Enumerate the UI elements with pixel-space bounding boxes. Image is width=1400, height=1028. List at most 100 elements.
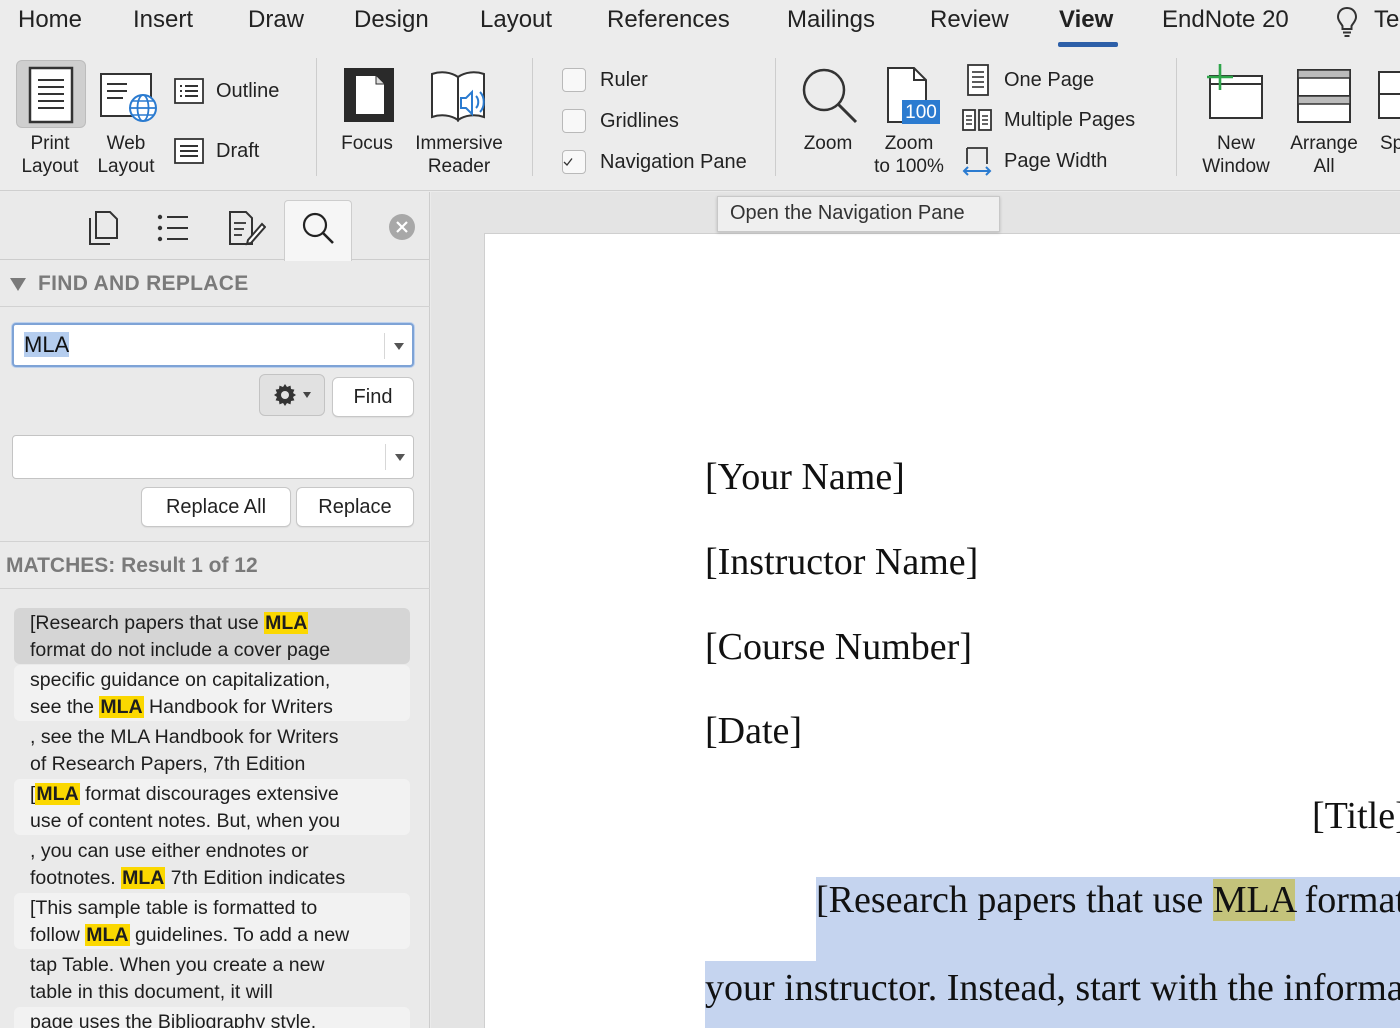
ruler-check-box[interactable]	[562, 68, 586, 92]
doc-instructor-name[interactable]: [Instructor Name]	[705, 540, 978, 584]
doc-date[interactable]: [Date]	[705, 709, 802, 753]
result-context-before: page uses the Bibliography style.	[30, 1011, 317, 1028]
tab-endnote[interactable]: EndNote 20	[1162, 6, 1289, 34]
tab-review[interactable]: Review	[930, 6, 1009, 34]
replace-all-button[interactable]: Replace All	[141, 487, 291, 527]
new-window-button[interactable]: New Window	[1190, 132, 1282, 178]
doc-para2-text: your instructor. Instead, start with the…	[705, 967, 1400, 1009]
search-result-item[interactable]: specific guidance on capitalization, see…	[14, 665, 410, 721]
tab-tell-me[interactable]: Te	[1374, 6, 1399, 34]
search-result-text: specific guidance on capitalization, see…	[30, 667, 410, 720]
search-result-item[interactable]: tap Table. When you create a new table i…	[14, 950, 410, 1006]
close-pane-button[interactable]	[389, 214, 415, 240]
ruler-checkbox[interactable]: Ruler	[562, 68, 648, 92]
search-result-item[interactable]: , see the MLA Handbook for Writers of Re…	[14, 722, 410, 778]
tab-references[interactable]: References	[607, 6, 730, 34]
nav-pane-tabs	[0, 192, 430, 261]
find-button[interactable]: Find	[332, 377, 414, 417]
one-page-button[interactable]: One Page	[964, 64, 1094, 96]
gridlines-check-box[interactable]	[562, 109, 586, 133]
tab-view[interactable]: View	[1059, 6, 1113, 34]
multiple-pages-icon	[962, 109, 992, 131]
tab-layout[interactable]: Layout	[480, 6, 552, 34]
search-input[interactable]: MLA	[12, 323, 414, 367]
arrange-all-label-2: All	[1313, 156, 1335, 177]
result-match-highlight: MLA	[85, 923, 130, 946]
search-result-text: tap Table. When you create a new table i…	[30, 952, 410, 1005]
nav-tab-headings[interactable]	[153, 208, 193, 248]
print-layout-icon	[28, 66, 74, 124]
lightbulb-icon[interactable]	[1335, 4, 1359, 40]
zoom-100-badge: 100	[905, 102, 937, 123]
web-layout-button[interactable]: Web Layout	[88, 132, 164, 178]
tab-draw[interactable]: Draw	[248, 6, 304, 34]
draft-label: Draft	[216, 139, 260, 162]
draft-icon	[174, 138, 204, 164]
chevron-down-icon	[393, 342, 404, 350]
tooltip: Open the Navigation Pane	[717, 196, 1000, 232]
pages-icon	[89, 211, 118, 245]
doc-course-number[interactable]: [Course Number]	[705, 625, 972, 669]
print-layout-label-2: Layout	[21, 156, 79, 177]
result-match-highlight: MLA	[121, 866, 166, 889]
arrange-all-button[interactable]: Arrange All	[1282, 132, 1366, 178]
search-result-text: page uses the Bibliography style.	[30, 1009, 410, 1028]
doc-paragraph-1[interactable]: [Research papers that use MLA format	[816, 877, 1400, 961]
tab-home[interactable]: Home	[18, 6, 82, 34]
search-result-item[interactable]: [Research papers that use MLA format do …	[14, 608, 410, 664]
ruler-label: Ruler	[600, 68, 648, 91]
immersive-reader-button[interactable]: Immersive Reader	[406, 132, 512, 178]
web-layout-label-2: Layout	[97, 156, 155, 177]
navigation-pane-checkbox[interactable]: Navigation Pane	[562, 150, 747, 174]
gear-icon	[274, 384, 296, 406]
search-result-item[interactable]: , you can use either endnotes or footnot…	[14, 836, 410, 892]
new-window-label-2: Window	[1202, 156, 1270, 177]
search-history-dropdown[interactable]	[384, 333, 412, 359]
search-result-item[interactable]: page uses the Bibliography style.	[14, 1007, 410, 1028]
draft-button[interactable]: Draft	[174, 138, 259, 164]
doc-your-name[interactable]: [Your Name]	[705, 455, 905, 499]
replace-history-dropdown[interactable]	[385, 444, 413, 470]
search-result-text: , see the MLA Handbook for Writers of Re…	[30, 724, 410, 777]
navigation-pane-check-box[interactable]	[562, 150, 586, 174]
web-layout-icon	[100, 73, 157, 122]
search-result-item[interactable]: [This sample table is formatted to follo…	[14, 893, 410, 949]
find-replace-title: FIND AND REPLACE	[38, 272, 249, 295]
page-width-icon	[962, 147, 992, 176]
zoom-button[interactable]: Zoom	[796, 132, 860, 155]
result-context-after: format do not include a cover page	[30, 638, 331, 661]
nav-tab-thumbnails[interactable]	[83, 208, 123, 248]
page-width-label: Page Width	[1004, 149, 1108, 172]
print-layout-button[interactable]: Print Layout	[10, 132, 90, 178]
zoom-label: Zoom	[803, 133, 853, 154]
doc-paragraph-2[interactable]: your instructor. Instead, start with the…	[705, 961, 1400, 1028]
replace-button[interactable]: Replace	[296, 487, 414, 527]
nav-tab-search[interactable]	[298, 208, 338, 248]
tab-insert[interactable]: Insert	[133, 6, 193, 34]
divider	[0, 588, 430, 589]
search-result-item[interactable]: [MLA format discourages extensive use of…	[14, 779, 410, 835]
outline-button[interactable]: Outline	[174, 78, 279, 104]
multiple-pages-button[interactable]: Multiple Pages	[962, 108, 1135, 132]
search-results-list[interactable]: [Research papers that use MLA format do …	[14, 608, 411, 1028]
replace-input[interactable]	[12, 435, 414, 479]
nav-tab-comments[interactable]	[226, 208, 266, 248]
page-width-button[interactable]: Page Width	[962, 146, 1107, 176]
ribbon-separator	[316, 58, 317, 176]
search-icon	[302, 212, 334, 244]
disclosure-triangle-icon	[10, 277, 26, 291]
zoom-to-100-button[interactable]: Zoom to 100%	[866, 132, 952, 178]
tab-mailings[interactable]: Mailings	[787, 6, 875, 34]
immersive-reader-label-2: Reader	[427, 156, 491, 177]
find-replace-header[interactable]: FIND AND REPLACE	[10, 272, 249, 296]
outline-label: Outline	[216, 79, 280, 102]
tab-design[interactable]: Design	[354, 6, 429, 34]
split-button[interactable]: Sp	[1380, 132, 1400, 155]
doc-para1-rest: format	[1295, 879, 1400, 921]
gridlines-checkbox[interactable]: Gridlines	[562, 109, 679, 133]
doc-title[interactable]: [Title]:	[1312, 794, 1400, 838]
focus-button[interactable]: Focus	[334, 132, 400, 155]
search-options-button[interactable]	[259, 374, 325, 416]
ribbon-separator	[1176, 58, 1177, 176]
ribbon: Print Layout Web Layout Outline Draft Fo…	[0, 48, 1400, 191]
